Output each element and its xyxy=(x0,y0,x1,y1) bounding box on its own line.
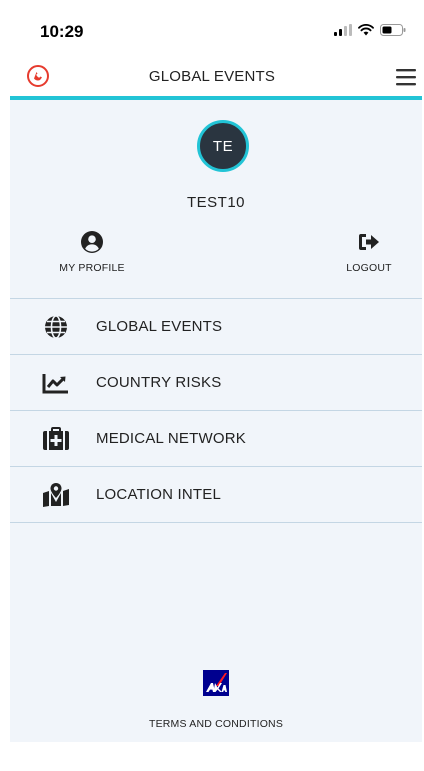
status-time: 10:29 xyxy=(40,22,84,41)
logout-button[interactable]: LOGOUT xyxy=(319,230,419,274)
app-header: GLOBAL EVENTS xyxy=(0,62,424,98)
logout-icon xyxy=(359,234,379,250)
axa-logo xyxy=(203,670,229,696)
username: TEST10 xyxy=(186,194,246,211)
status-icons xyxy=(334,24,406,36)
medical-kit-icon xyxy=(43,427,69,450)
globe-icon xyxy=(45,315,67,339)
menu-item-global-events[interactable]: GLOBAL EVENTS xyxy=(10,299,422,355)
avatar[interactable]: TE xyxy=(197,120,249,172)
menu-item-label: LOCATION INTEL xyxy=(96,486,222,503)
logout-label: LOGOUT xyxy=(346,262,392,274)
hamburger-menu-icon[interactable] xyxy=(394,66,418,88)
page-title: GLOBAL EVENTS xyxy=(148,68,276,85)
my-profile-label: MY PROFILE xyxy=(59,262,125,274)
status-bar: 10:29 xyxy=(0,0,424,62)
navigation-drawer: TE TEST10 MY PROFILE LOGOUT GLOBAL EVENT… xyxy=(10,100,422,742)
menu-item-medical-network[interactable]: MEDICAL NETWORK xyxy=(10,411,422,467)
terms-and-conditions-link[interactable]: TERMS AND CONDITIONS xyxy=(149,718,283,730)
menu-item-label: COUNTRY RISKS xyxy=(96,374,222,391)
map-pin-icon xyxy=(43,483,69,507)
menu-item-location-intel[interactable]: LOCATION INTEL xyxy=(10,467,422,523)
drawer-footer: TERMS AND CONDITIONS xyxy=(10,670,422,732)
menu-list: GLOBAL EVENTS COUNTRY RISKS MEDICAL NETW… xyxy=(10,298,422,523)
signal-icon xyxy=(334,24,352,36)
battery-icon xyxy=(380,24,406,36)
wifi-icon xyxy=(358,24,374,36)
menu-item-label: GLOBAL EVENTS xyxy=(96,318,223,335)
menu-item-country-risks[interactable]: COUNTRY RISKS xyxy=(10,355,422,411)
user-circle-icon xyxy=(81,231,103,253)
menu-item-label: MEDICAL NETWORK xyxy=(96,430,246,447)
my-profile-button[interactable]: MY PROFILE xyxy=(42,230,142,274)
chart-line-icon xyxy=(42,374,68,394)
